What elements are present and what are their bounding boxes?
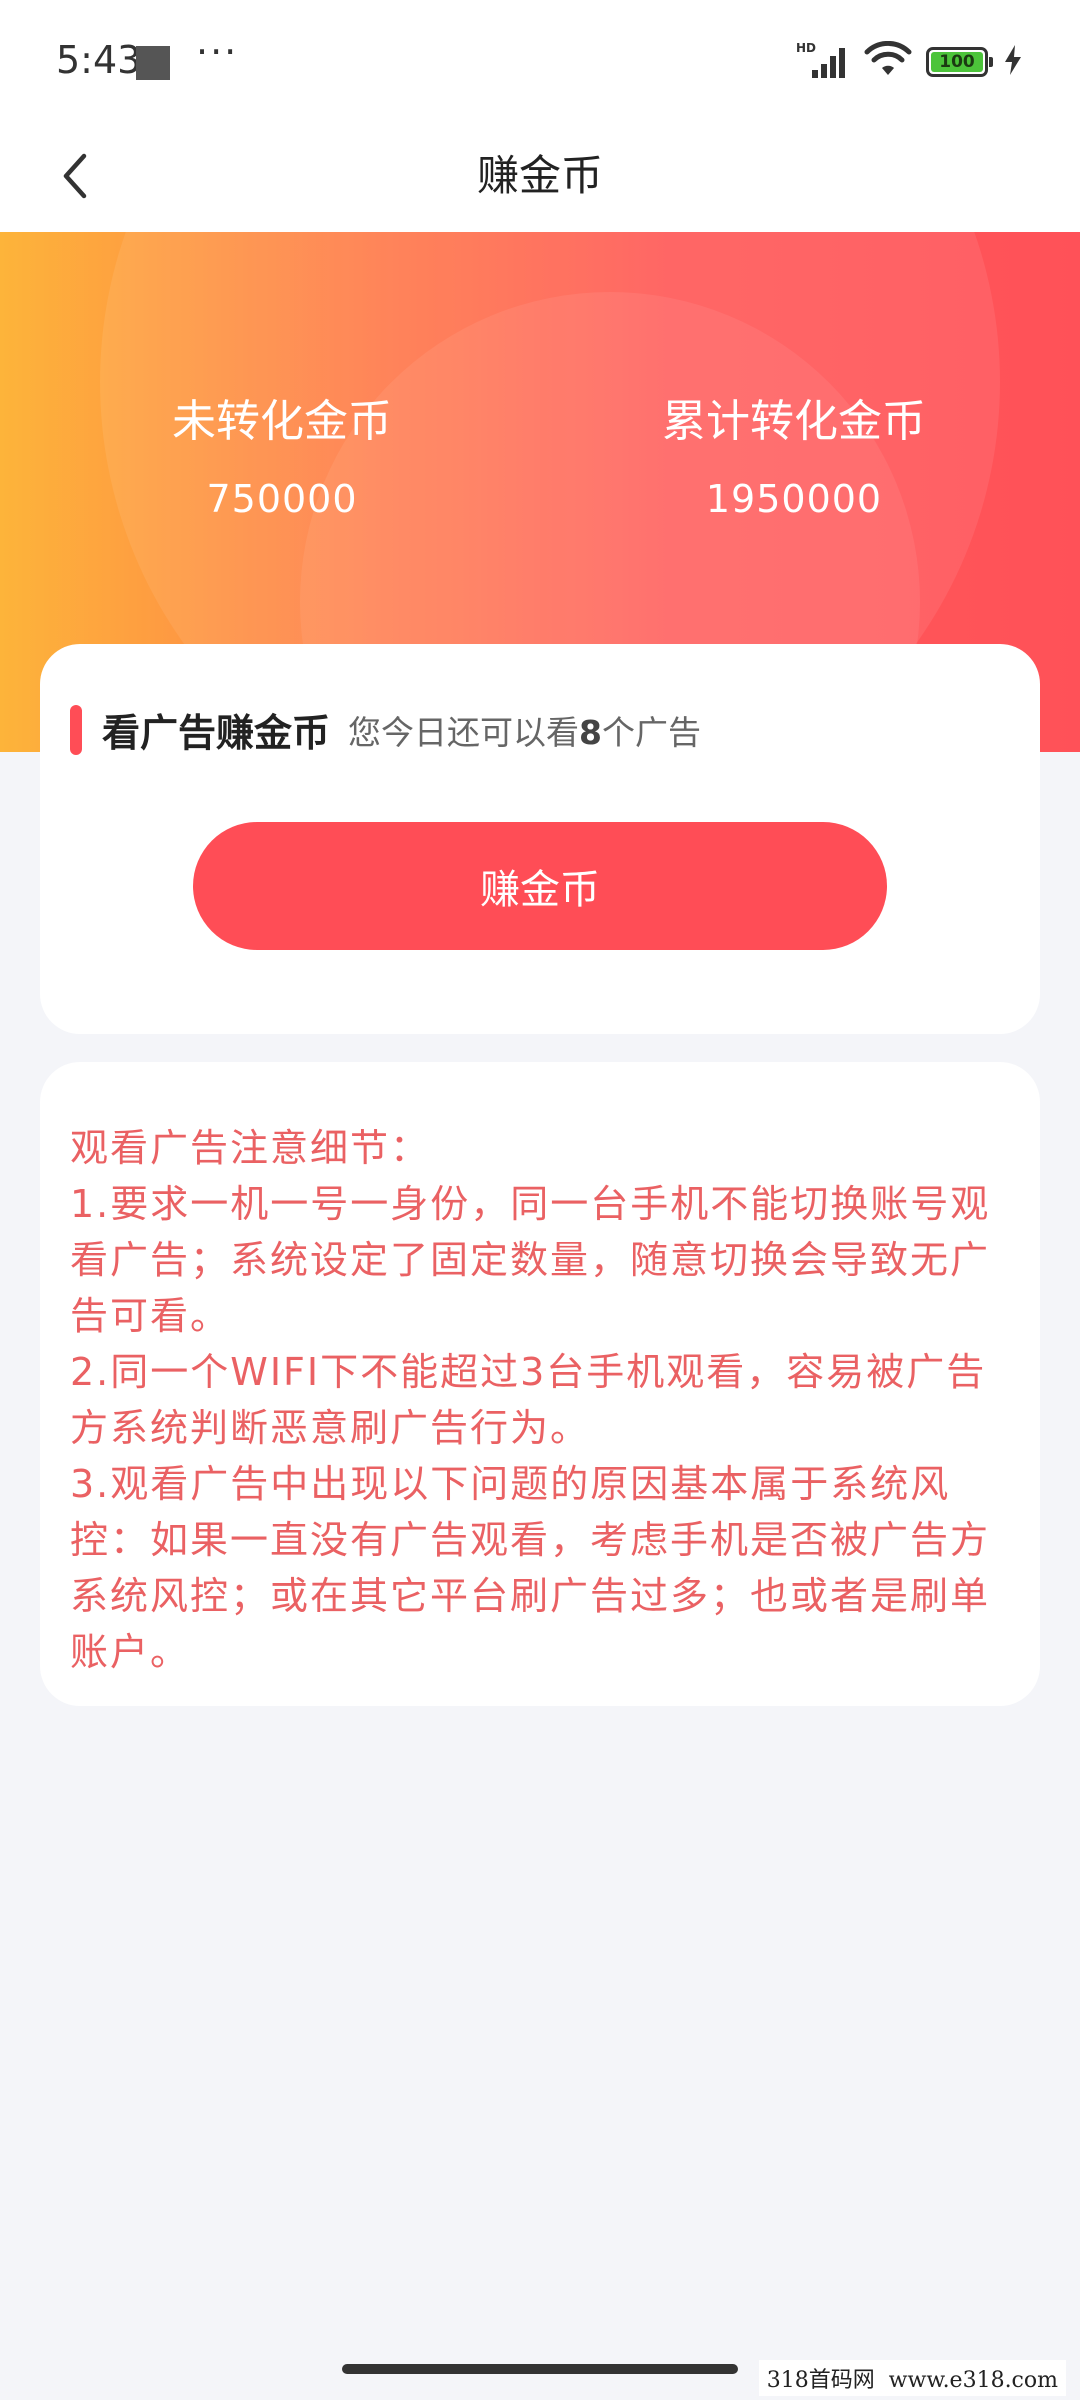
status-time: 5:43 <box>56 38 142 82</box>
wifi-icon <box>864 40 912 83</box>
unconverted-coins-stat: 未转化金币 750000 <box>62 392 502 524</box>
watermark: 318首码网 www.e318.com <box>758 2360 1066 2396</box>
unconverted-coins-value: 750000 <box>206 477 358 521</box>
ad-notes-card: 观看广告注意细节： 1.要求一机一号一身份，同一台手机不能切换账号观看广告；系统… <box>40 1062 1040 1706</box>
ad-card-title: 看广告赚金币 <box>102 711 331 755</box>
converted-coins-label: 累计转化金币 <box>662 396 926 447</box>
more-dots-icon: ··· <box>196 30 239 74</box>
ad-remaining-suffix: 个广告 <box>601 712 701 752</box>
ad-notes: 观看广告注意细节： 1.要求一机一号一身份，同一台手机不能切换账号观看广告；系统… <box>70 1120 1014 1680</box>
nav-bar: 赚金币 <box>0 120 1080 232</box>
ad-remaining-count: 8 <box>579 712 602 752</box>
square-notification-icon <box>136 46 170 80</box>
watch-ad-card: 看广告赚金币 您今日还可以看8个广告 赚金币 <box>40 644 1040 1034</box>
signal-icon: HD <box>796 40 850 84</box>
unconverted-coins-label: 未转化金币 <box>172 396 392 447</box>
notes-heading: 观看广告注意细节： <box>70 1126 431 1170</box>
signal-hd-badge: HD <box>796 41 816 55</box>
status-bar: 5:43 ··· HD 100 <box>0 0 1080 120</box>
converted-coins-stat: 累计转化金币 1950000 <box>574 392 1014 524</box>
converted-coins-value: 1950000 <box>705 477 883 521</box>
status-icons: HD 100 <box>796 40 1024 84</box>
notes-item-2: 2.同一个WIFI下不能超过3台手机观看，容易被广告方系统判断恶意刷广告行为。 <box>70 1350 987 1450</box>
ad-remaining-prefix: 您今日还可以看 <box>348 712 580 752</box>
ad-remaining-text: 您今日还可以看8个广告 <box>348 706 701 754</box>
section-accent-bar <box>70 704 82 755</box>
earn-coins-button[interactable]: 赚金币 <box>193 822 887 950</box>
ad-card-header: 看广告赚金币 您今日还可以看8个广告 <box>70 702 701 757</box>
charging-icon <box>1002 43 1024 81</box>
battery-icon: 100 <box>926 47 993 77</box>
page-title: 赚金币 <box>476 151 603 200</box>
notes-item-3: 3.观看广告中出现以下问题的原因基本属于系统风控：如果一直没有广告观看，考虑手机… <box>70 1462 991 1674</box>
battery-level: 100 <box>931 52 983 72</box>
notes-item-1: 1.要求一机一号一身份，同一台手机不能切换账号观看广告；系统设定了固定数量，随意… <box>70 1182 991 1338</box>
home-indicator[interactable] <box>342 2364 738 2374</box>
